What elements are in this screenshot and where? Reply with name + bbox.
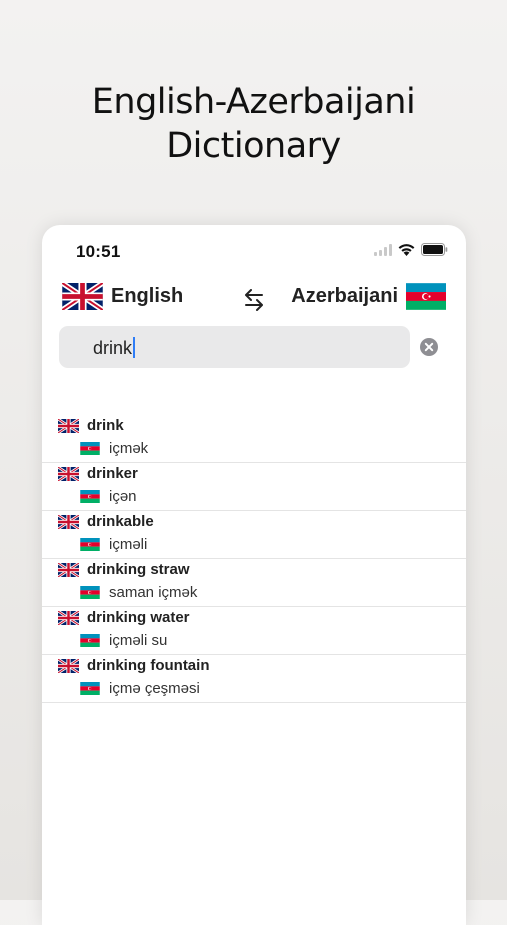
result-row[interactable]: drinking water içməli su — [42, 607, 466, 655]
uk-flag-icon — [58, 514, 79, 529]
result-english: drinking fountain — [58, 657, 209, 674]
azerbaijan-flag-icon — [80, 634, 100, 647]
english-word: drinking fountain — [87, 657, 210, 674]
english-word: drink — [87, 417, 124, 434]
wifi-icon — [398, 243, 415, 256]
azerbaijani-word: içən — [109, 488, 137, 505]
target-language-label: Azerbaijani — [291, 285, 398, 307]
status-bar: 10:51 — [42, 225, 466, 275]
azerbaijan-flag-icon — [80, 490, 100, 503]
uk-flag-icon — [58, 562, 79, 577]
azerbaijani-word: saman içmək — [109, 584, 198, 601]
result-azerbaijani: içmə çeşməsi — [80, 680, 200, 697]
azerbaijan-flag-icon — [80, 682, 100, 695]
uk-flag-icon — [58, 658, 79, 673]
azerbaijani-word: içmək — [109, 440, 149, 457]
azerbaijani-word: içməli su — [109, 632, 168, 649]
target-language-button[interactable]: Azerbaijani — [291, 283, 446, 310]
result-english: drinking water — [58, 609, 190, 626]
uk-flag-icon — [62, 283, 103, 310]
result-azerbaijani: içməli su — [80, 632, 167, 649]
uk-flag-icon — [58, 610, 79, 625]
azerbaijan-flag-icon — [406, 283, 446, 310]
result-english: drinking straw — [58, 561, 190, 578]
azerbaijan-flag-icon — [80, 442, 100, 455]
promo-title: English-Azerbaijani Dictionary — [0, 80, 507, 168]
english-word: drinkable — [87, 513, 154, 530]
text-cursor — [133, 337, 136, 358]
results-list: drink içmək drinker içən drinkable içməl… — [42, 415, 466, 703]
signal-icon — [374, 243, 392, 256]
search-input[interactable]: drink — [59, 326, 410, 368]
status-time: 10:51 — [76, 242, 121, 261]
azerbaijan-flag-icon — [80, 538, 100, 551]
uk-flag-icon — [58, 466, 79, 481]
result-row[interactable]: drinking straw saman içmək — [42, 559, 466, 607]
result-azerbaijani: içən — [80, 488, 137, 505]
search-input-value: drink — [93, 337, 136, 359]
status-icons — [374, 243, 448, 256]
result-azerbaijani: içmək — [80, 440, 148, 457]
result-english: drinkable — [58, 513, 154, 530]
swap-icon[interactable] — [242, 289, 266, 311]
source-language-button[interactable]: English — [62, 283, 183, 310]
uk-flag-icon — [58, 418, 79, 433]
azerbaijani-word: içmə çeşməsi — [109, 680, 200, 697]
result-row[interactable]: drink içmək — [42, 415, 466, 463]
english-word: drinking straw — [87, 561, 190, 578]
result-azerbaijani: saman içmək — [80, 584, 197, 601]
result-row[interactable]: drinker içən — [42, 463, 466, 511]
result-english: drinker — [58, 465, 138, 482]
azerbaijan-flag-icon — [80, 586, 100, 599]
result-azerbaijani: içməli — [80, 536, 147, 553]
english-word: drinker — [87, 465, 138, 482]
azerbaijani-word: içməli — [109, 536, 148, 553]
clear-icon[interactable] — [420, 338, 438, 356]
promo-title-line1: English-Azerbaijani — [91, 82, 416, 122]
result-row[interactable]: drinking fountain içmə çeşməsi — [42, 655, 466, 703]
source-language-label: English — [111, 285, 184, 307]
language-bar: English Azerbaijani — [42, 283, 466, 319]
promo-title-line2: Dictionary — [166, 126, 341, 166]
result-row[interactable]: drinkable içməli — [42, 511, 466, 559]
result-english: drink — [58, 417, 124, 434]
phone-screen: 10:51 English Azerbaijani drink drink iç… — [42, 225, 466, 925]
battery-icon — [421, 243, 448, 256]
english-word: drinking water — [87, 609, 190, 626]
